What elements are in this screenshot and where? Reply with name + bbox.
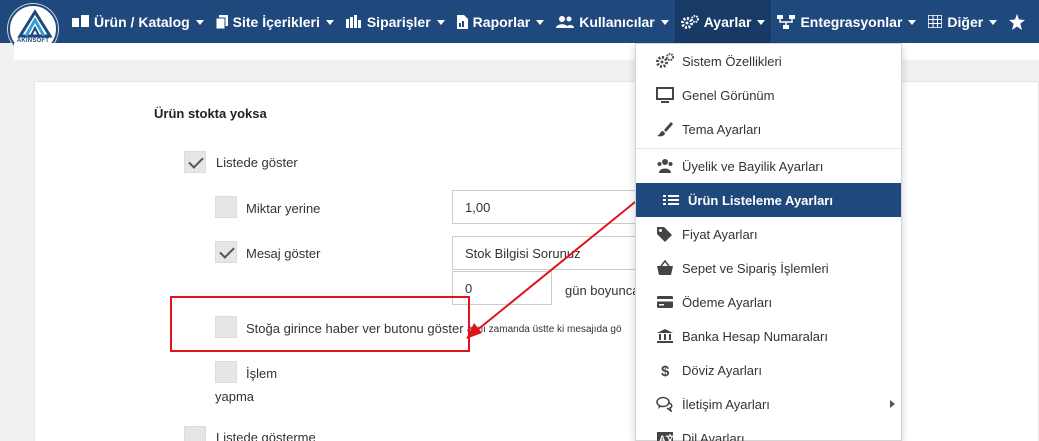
menu-item-label: Sistem Özellikleri: [682, 53, 782, 69]
menu-item-label: Sepet ve Sipariş İşlemleri: [682, 260, 829, 276]
sitemap-icon: [777, 14, 796, 29]
bank-icon: [657, 329, 673, 343]
main-nav: Ürün / Katalog Site İçerikleri Siparişle…: [66, 0, 1036, 43]
no-action-checkbox[interactable]: [215, 361, 237, 383]
instead-of-quantity-label: Miktar yerine: [246, 201, 321, 216]
notify-button-note: aynı zamanda üstte ki mesajıda gö: [467, 324, 622, 335]
settings-dropdown-menu: Sistem Özellikleri Genel Görünüm Tema Ay…: [635, 43, 902, 441]
menu-item-price-settings[interactable]: Fiyat Ayarları: [636, 217, 901, 251]
menu-item-label: Döviz Ayarları: [682, 362, 762, 378]
menu-item-product-listing-settings[interactable]: Ürün Listeleme Ayarları: [636, 183, 901, 217]
credit-card-icon: [657, 296, 673, 308]
basket-icon: [657, 260, 673, 275]
menu-item-label: Banka Hesap Numaraları: [682, 328, 828, 344]
show-message-checkbox[interactable]: [215, 241, 237, 263]
menu-item-label: Dil Ayarları: [682, 430, 745, 441]
list-icon: [663, 195, 679, 205]
chevron-down-icon: [536, 20, 545, 25]
instead-of-quantity-checkbox[interactable]: [215, 196, 237, 218]
menu-item-label: İletişim Ayarları: [682, 396, 770, 412]
menu-item-contact-settings[interactable]: İletişim Ayarları: [636, 387, 901, 421]
menu-item-payment-settings[interactable]: Ödeme Ayarları: [636, 285, 901, 319]
grid-icon: [928, 15, 943, 28]
nav-item-orders[interactable]: Siparişler: [340, 0, 451, 43]
nav-label: Ayarlar: [703, 13, 752, 30]
nav-item-integrations[interactable]: Entegrasyonlar: [771, 0, 922, 43]
dollar-icon: $: [661, 363, 670, 378]
gears-icon: [680, 14, 699, 29]
nav-label: Site İçerikleri: [232, 13, 320, 30]
files-icon: [215, 14, 228, 29]
tags-icon: [657, 227, 672, 242]
paintbrush-icon: [657, 122, 673, 137]
nav-item-catalog[interactable]: Ürün / Katalog: [66, 0, 210, 43]
days-suffix-label: gün boyunca: [565, 283, 640, 298]
chevron-down-icon: [989, 20, 998, 25]
users-icon: [556, 15, 575, 28]
chevron-right-icon: [890, 400, 895, 408]
nav-item-favorites[interactable]: [1003, 0, 1036, 43]
menu-item-label: Tema Ayarları: [682, 121, 762, 137]
star-icon: [1009, 13, 1026, 30]
show-in-list-checkbox[interactable]: [184, 151, 206, 173]
nav-item-settings[interactable]: Ayarlar: [674, 0, 772, 43]
nav-label: Diğer: [947, 13, 984, 30]
top-navbar: AKINSOFT Ürün / Katalog Site İçerikleri …: [0, 0, 1039, 54]
message-input[interactable]: Stok Bilgisi Sorunuz: [452, 236, 637, 270]
quantity-input[interactable]: 1,00: [452, 190, 637, 224]
nav-item-site-content[interactable]: Site İçerikleri: [210, 0, 340, 43]
menu-item-cart-order-operations[interactable]: Sepet ve Sipariş İşlemleri: [636, 251, 901, 285]
users-icon: [657, 159, 673, 173]
menu-item-theme-settings[interactable]: Tema Ayarları: [636, 112, 901, 146]
chevron-down-icon: [436, 20, 445, 25]
menu-item-general-view[interactable]: Genel Görünüm: [636, 78, 901, 112]
show-in-list-label: Listede göster: [216, 155, 298, 170]
chevron-down-icon: [325, 20, 334, 25]
language-icon: A文: [657, 432, 674, 441]
svg-text:$: $: [661, 363, 670, 378]
chevron-down-icon: [757, 20, 766, 25]
hide-in-list-checkbox[interactable]: [184, 426, 206, 441]
nav-item-other[interactable]: Diğer: [922, 0, 1003, 43]
comments-icon: [656, 396, 673, 412]
hide-in-list-label: Listede gösterme: [216, 430, 316, 441]
nav-label: Kullanıcılar: [579, 13, 655, 30]
chevron-down-icon: [660, 20, 669, 25]
chevron-down-icon: [195, 20, 204, 25]
report-icon: [456, 14, 468, 29]
menu-item-membership-settings[interactable]: Üyelik ve Bayilik Ayarları: [636, 149, 901, 183]
menu-item-label: Ürün Listeleme Ayarları: [688, 192, 833, 208]
no-action-label-line1: İşlem: [246, 366, 278, 381]
show-message-label: Mesaj göster: [246, 246, 321, 261]
annotation-highlight-box: [170, 296, 470, 352]
orders-icon: [345, 15, 361, 28]
nav-item-users[interactable]: Kullanıcılar: [550, 0, 674, 43]
no-action-label-line2: yapma: [215, 389, 255, 404]
menu-item-label: Üyelik ve Bayilik Ayarları: [682, 158, 824, 174]
svg-text:A文: A文: [659, 433, 674, 441]
logo-mark-icon: [17, 9, 53, 38]
menu-item-currency-settings[interactable]: $ Döviz Ayarları: [636, 353, 901, 387]
menu-item-label: Fiyat Ayarları: [682, 226, 758, 242]
menu-item-language-settings[interactable]: A文 Dil Ayarları: [636, 421, 901, 441]
menu-item-system-features[interactable]: Sistem Özellikleri: [636, 44, 901, 78]
menu-item-label: Genel Görünüm: [682, 87, 775, 103]
nav-label: Ürün / Katalog: [94, 13, 190, 30]
nav-item-reports[interactable]: Raporlar: [451, 0, 551, 43]
nav-label: Entegrasyonlar: [800, 13, 903, 30]
gears-icon: [656, 53, 674, 68]
nav-label: Siparişler: [366, 13, 431, 30]
section-title: Ürün stokta yoksa: [154, 106, 267, 121]
menu-item-bank-accounts[interactable]: Banka Hesap Numaraları: [636, 319, 901, 353]
menu-item-label: Ödeme Ayarları: [682, 294, 773, 310]
nav-label: Raporlar: [472, 13, 531, 30]
chevron-down-icon: [908, 20, 917, 25]
monitor-icon: [656, 87, 674, 103]
catalog-icon: [72, 15, 89, 27]
